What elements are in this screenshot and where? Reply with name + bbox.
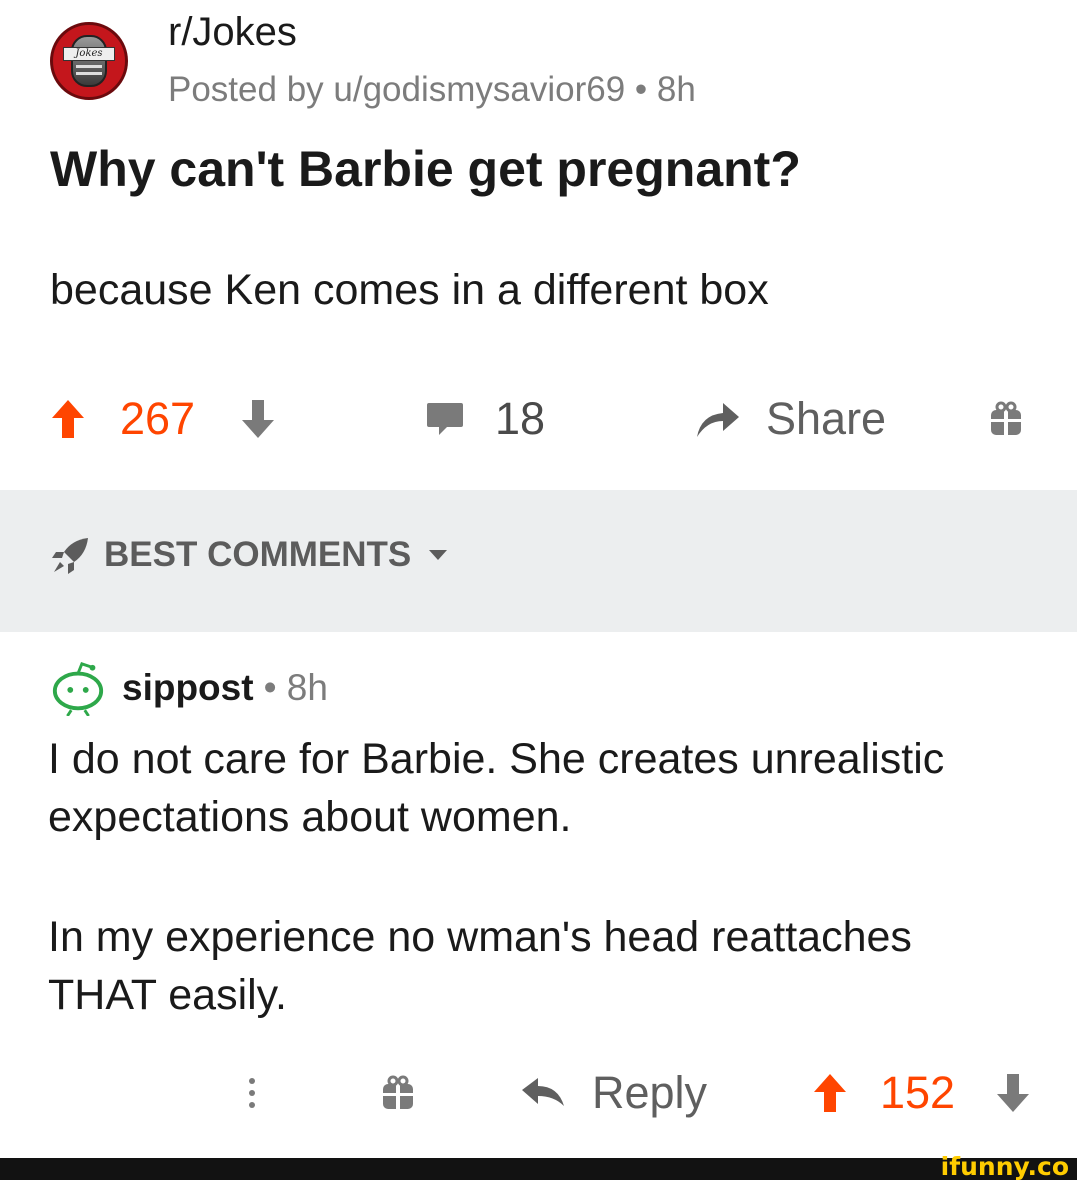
comment-username[interactable]: sippost — [122, 667, 254, 709]
posted-by[interactable]: Posted by u/godismysavior69 • 8h — [168, 70, 696, 110]
gift-box-icon — [383, 1075, 413, 1109]
rocket-icon — [52, 538, 88, 574]
upvote-arrow-icon — [52, 400, 84, 438]
comment-sort-bar[interactable]: BEST COMMENTS — [0, 490, 1077, 632]
comment-line: expectations about women. — [48, 793, 572, 841]
subreddit-avatar[interactable]: Jokes — [50, 22, 128, 100]
comment-header: sippost • 8h — [50, 660, 328, 716]
reply-label: Reply — [592, 1067, 708, 1118]
comment-award-button[interactable] — [380, 1058, 416, 1128]
post-upvote-count: 267 — [120, 393, 196, 444]
snoo-avatar-icon[interactable] — [50, 660, 106, 716]
comment-upvote-count: 152 — [880, 1067, 956, 1118]
comments-button[interactable]: 18 — [425, 384, 545, 454]
post-header: Jokes r/Jokes Posted by u/godismysavior6… — [50, 10, 1030, 110]
post-action-bar: 267 18 Share — [50, 384, 1030, 454]
avatar-label: Jokes — [63, 47, 115, 61]
more-dots-icon — [249, 1078, 255, 1108]
downvote-arrow-icon — [242, 400, 274, 438]
more-options-button[interactable] — [246, 1058, 258, 1128]
share-button[interactable]: Share — [695, 384, 886, 454]
downvote-button[interactable] — [240, 384, 276, 454]
gift-box-icon — [991, 401, 1021, 435]
post-body: because Ken comes in a different box — [50, 266, 769, 314]
comment-action-bar: Reply 152 — [50, 1058, 1030, 1128]
comment-line: THAT easily. — [48, 971, 287, 1019]
comment-time: • 8h — [263, 667, 328, 708]
upvote-button[interactable] — [50, 384, 86, 454]
upvote-arrow-icon — [814, 1074, 846, 1112]
caret-down-icon — [429, 550, 448, 560]
share-label: Share — [766, 393, 887, 444]
downvote-arrow-icon — [997, 1074, 1029, 1112]
award-button[interactable] — [988, 384, 1024, 454]
comment-line: I do not care for Barbie. She creates un… — [48, 735, 945, 783]
post-title[interactable]: Why can't Barbie get pregnant? — [50, 140, 801, 198]
share-arrow-icon — [697, 403, 739, 437]
ifunny-watermark: ifunny.co — [940, 1152, 1069, 1180]
comment-bubble-icon — [427, 403, 463, 435]
comment-line: In my experience no wman's head reattach… — [48, 913, 912, 961]
comment-upvote-button[interactable] — [812, 1058, 848, 1128]
comment-count: 18 — [495, 393, 546, 444]
microphone-icon — [71, 35, 107, 87]
sort-label: BEST COMMENTS — [104, 535, 412, 574]
comment-downvote-button[interactable] — [995, 1058, 1031, 1128]
reply-button[interactable]: Reply — [520, 1058, 707, 1128]
reply-arrow-icon — [522, 1078, 564, 1106]
subreddit-name[interactable]: r/Jokes — [168, 10, 297, 55]
footer-bar: ifunny.co — [0, 1153, 1077, 1180]
